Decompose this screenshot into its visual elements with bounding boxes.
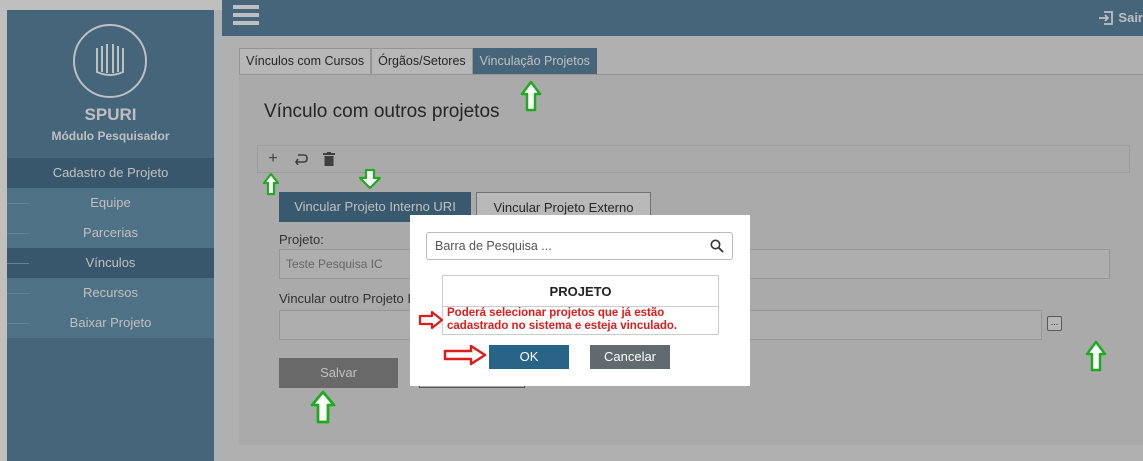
cancel-button[interactable]: Cancelar	[590, 345, 670, 369]
table-message: Poderá selecionar projetos que já estão …	[447, 307, 678, 332]
annotation-arrow-up-icon	[1085, 340, 1107, 372]
annotation-arrow-up-icon	[262, 172, 280, 196]
annotation-arrow-up-icon	[520, 80, 542, 112]
annotation-arrow-down-icon	[358, 168, 382, 190]
search-input[interactable]: Barra de Pesquisa ...	[426, 232, 733, 260]
table-header: PROJETO	[443, 276, 718, 307]
app-screen: SPURI Módulo Pesquisador Cadastro de Pro…	[0, 0, 1143, 461]
ok-button[interactable]: OK	[489, 345, 569, 369]
search-placeholder: Barra de Pesquisa ...	[435, 239, 552, 253]
annotation-arrow-up-icon	[310, 390, 336, 424]
search-icon[interactable]	[710, 239, 724, 253]
project-table: PROJETO Poderá selecionar projetos que j…	[442, 275, 719, 335]
annotation-arrow-right-icon	[443, 344, 487, 366]
annotation-arrow-right-icon	[418, 311, 444, 329]
